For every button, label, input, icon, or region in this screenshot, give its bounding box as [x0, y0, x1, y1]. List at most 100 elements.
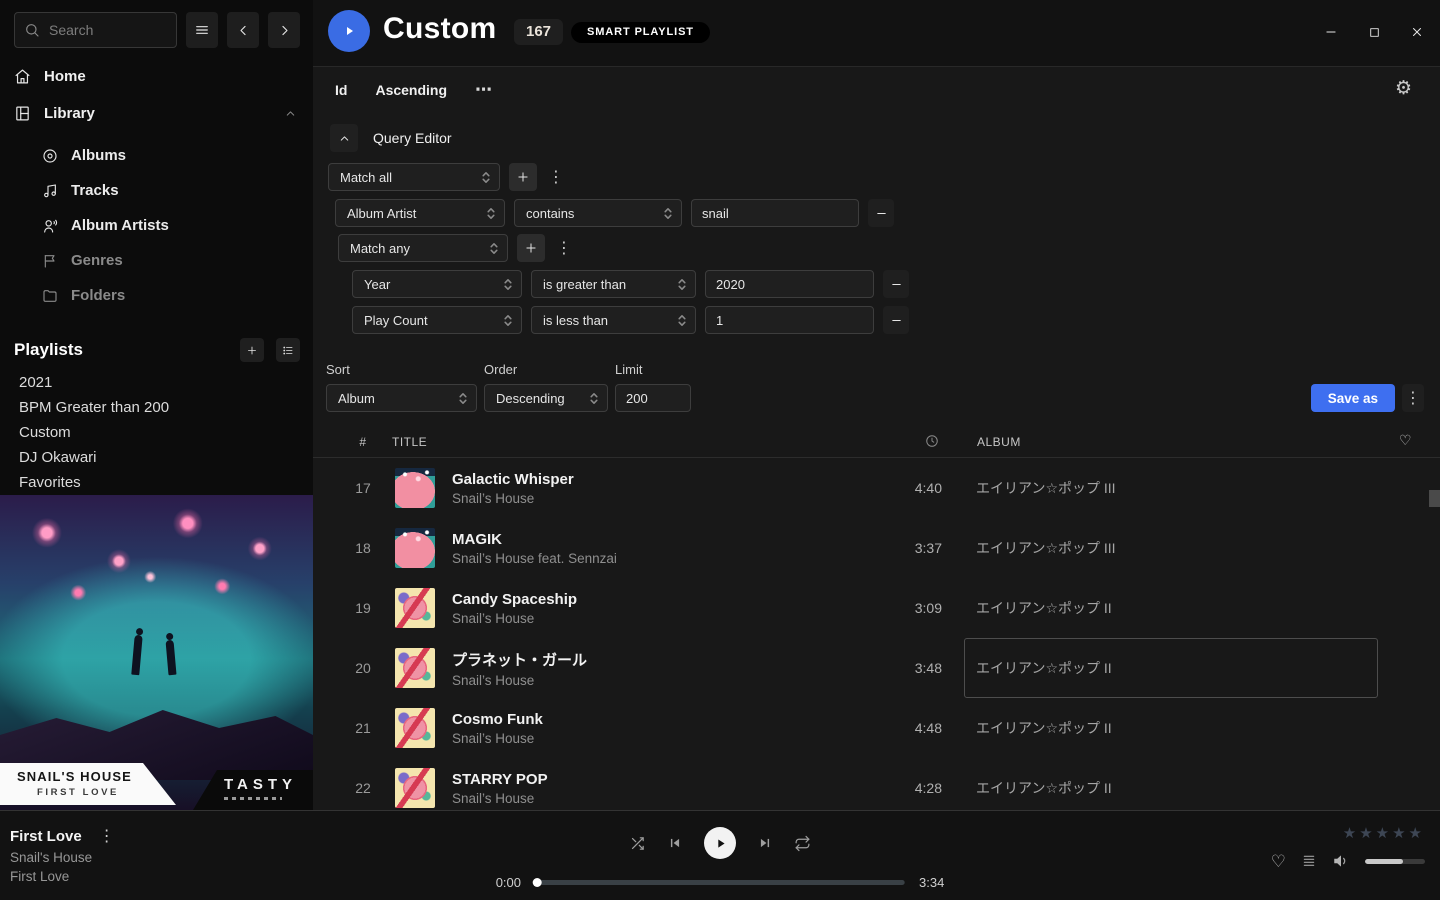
favorite-column-header[interactable]: ♡ — [1399, 432, 1412, 449]
page-title: Custom — [383, 12, 496, 46]
forward-button[interactable] — [268, 12, 300, 48]
volume-button[interactable] — [1332, 852, 1350, 870]
track-duration: 3:48 — [855, 660, 942, 676]
volume-slider[interactable] — [1365, 859, 1425, 864]
track-row[interactable]: 21 Cosmo Funk Snail’s House 4:48 エイリアン☆ポ… — [313, 698, 1440, 758]
add-playlist-button[interactable] — [240, 338, 264, 362]
track-album-cell[interactable]: エイリアン☆ポップ II — [964, 638, 1378, 698]
sort-order-button[interactable]: Ascending — [375, 82, 447, 98]
sidebar-item-label: Albums — [71, 147, 126, 164]
menu-button[interactable] — [186, 12, 218, 48]
play-pause-button[interactable] — [704, 827, 736, 859]
group-kebab-icon[interactable]: ⋮ — [546, 167, 566, 187]
previous-button[interactable] — [668, 836, 682, 850]
rule-operator-select[interactable]: contains — [514, 199, 682, 227]
play-playlist-button[interactable] — [328, 10, 370, 52]
close-button[interactable] — [1402, 17, 1432, 47]
sidebar-item-library[interactable]: Library — [0, 95, 313, 132]
rule-value-input[interactable] — [705, 306, 874, 334]
rule-field-select[interactable]: Album Artist — [335, 199, 505, 227]
playlist-item[interactable]: BPM Greater than 200 — [19, 395, 169, 420]
number-column-header[interactable]: # — [340, 435, 386, 449]
playlist-item[interactable]: DJ Okawari — [19, 445, 169, 470]
table-header: # TITLE ALBUM ♡ — [313, 427, 1440, 458]
track-duration: 3:09 — [855, 600, 942, 616]
star-icon[interactable]: ★ — [1409, 825, 1425, 842]
match-mode-select[interactable]: Match all — [328, 163, 500, 191]
shuffle-button[interactable] — [629, 835, 646, 852]
minimize-button[interactable] — [1316, 17, 1346, 47]
settings-gear-icon[interactable]: ⚙ — [1389, 78, 1418, 99]
add-rule-button[interactable] — [517, 234, 545, 262]
track-number: 22 — [340, 780, 386, 796]
scrollbar-thumb[interactable] — [1429, 490, 1440, 507]
track-album-cell[interactable]: エイリアン☆ポップ II — [964, 758, 1378, 810]
remove-rule-button[interactable] — [883, 306, 909, 334]
next-button[interactable] — [758, 836, 772, 850]
rule-operator-select[interactable]: is greater than — [531, 270, 696, 298]
select-caret-icon — [490, 242, 498, 255]
track-duration: 3:37 — [855, 540, 942, 556]
favorite-heart-icon[interactable]: ♡ — [1271, 853, 1286, 870]
order-label: Order — [484, 362, 608, 377]
track-row[interactable]: 18 MAGIK Snail’s House feat. Sennzai 3:3… — [313, 518, 1440, 578]
track-row[interactable]: 22 STARRY POP Snail’s House 4:28 エイリアン☆ポ… — [313, 758, 1440, 810]
more-options-icon[interactable]: ⋯ — [475, 80, 493, 100]
maximize-button[interactable] — [1359, 17, 1389, 47]
track-album-cell[interactable]: エイリアン☆ポップ II — [964, 578, 1378, 638]
track-album-cell[interactable]: エイリアン☆ポップ II — [964, 698, 1378, 758]
sidebar-item-album-artists[interactable]: Album Artists — [0, 208, 313, 243]
artwork-label-subtext — [224, 797, 282, 800]
home-icon — [14, 68, 31, 85]
playlist-item[interactable]: Favorites — [19, 470, 169, 495]
remove-rule-button[interactable] — [868, 199, 894, 227]
rule-operator-select[interactable]: is less than — [531, 306, 696, 334]
star-icon[interactable]: ★ — [1392, 825, 1408, 842]
duration-column-header[interactable] — [925, 434, 939, 451]
star-icon[interactable]: ★ — [1376, 825, 1392, 842]
track-album-cell[interactable]: エイリアン☆ポップ III — [964, 458, 1378, 518]
group-kebab-icon[interactable]: ⋮ — [554, 238, 574, 258]
track-row[interactable]: 19 Candy Spaceship Snail’s House 3:09 エイ… — [313, 578, 1440, 638]
seek-knob[interactable] — [533, 878, 542, 887]
sidebar-item-albums[interactable]: Albums — [0, 138, 313, 173]
playlist-item[interactable]: 2021 — [19, 370, 169, 395]
back-button[interactable] — [227, 12, 259, 48]
query-editor-collapse-button[interactable] — [330, 124, 358, 152]
sort-select[interactable]: Album — [326, 384, 477, 412]
rule-value-input[interactable] — [705, 270, 874, 298]
track-album-cell[interactable]: エイリアン☆ポップ III — [964, 518, 1378, 578]
maximize-icon — [1368, 26, 1381, 39]
title-column-header[interactable]: TITLE — [392, 435, 427, 449]
save-as-button[interactable]: Save as — [1311, 384, 1395, 412]
add-rule-button[interactable] — [509, 163, 537, 191]
now-playing-artwork[interactable]: SNAIL'S HOUSE FIRST LOVE TASTY — [0, 495, 313, 810]
repeat-button[interactable] — [794, 835, 811, 852]
rule-value-input[interactable] — [691, 199, 859, 227]
album-column-header[interactable]: ALBUM — [977, 435, 1021, 449]
track-row[interactable]: 17 Galactic Whisper Snail’s House 4:40 エ… — [313, 458, 1440, 518]
rating-stars[interactable]: ★★★★★ — [1343, 824, 1425, 842]
select-caret-icon — [459, 392, 467, 405]
order-select[interactable]: Descending — [484, 384, 608, 412]
save-options-kebab-icon[interactable]: ⋮ — [1402, 384, 1424, 412]
playlist-item[interactable]: Custom — [19, 420, 169, 445]
rule-field-select[interactable]: Play Count — [352, 306, 522, 334]
chevron-up-icon[interactable] — [284, 107, 297, 120]
sidebar-item-genres[interactable]: Genres — [0, 243, 313, 278]
sort-field-button[interactable]: Id — [335, 82, 347, 98]
seek-bar[interactable] — [535, 880, 905, 885]
rule-field-select[interactable]: Year — [352, 270, 522, 298]
queue-button[interactable] — [1301, 853, 1317, 869]
now-playing-kebab-icon[interactable]: ⋮ — [97, 826, 117, 846]
sidebar-item-home[interactable]: Home — [0, 58, 313, 95]
remove-rule-button[interactable] — [883, 270, 909, 298]
star-icon[interactable]: ★ — [1343, 825, 1359, 842]
limit-input[interactable] — [615, 384, 691, 412]
star-icon[interactable]: ★ — [1359, 825, 1375, 842]
sidebar-item-tracks[interactable]: Tracks — [0, 173, 313, 208]
playlist-list-button[interactable] — [276, 338, 300, 362]
track-row[interactable]: 20 プラネット・ガール Snail’s House 3:48 エイリアン☆ポッ… — [313, 638, 1440, 698]
match-mode-select[interactable]: Match any — [338, 234, 508, 262]
sidebar-item-folders[interactable]: Folders — [0, 278, 313, 313]
